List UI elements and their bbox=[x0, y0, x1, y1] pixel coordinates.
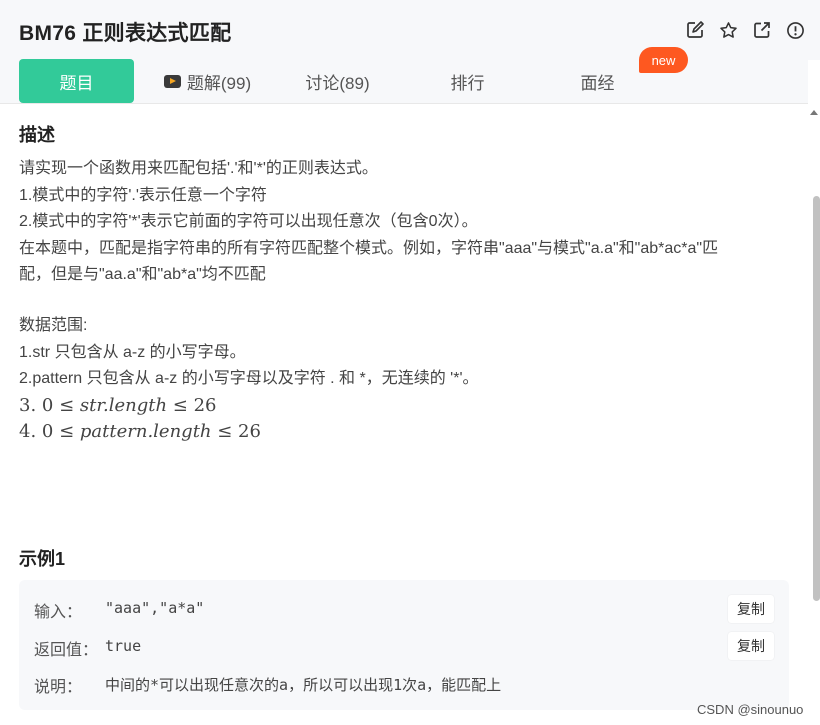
math-variable: str.length bbox=[79, 394, 168, 416]
star-icon[interactable] bbox=[718, 20, 738, 40]
tab-interview[interactable]: 面经 bbox=[570, 59, 625, 103]
range-math-line: 3. 0 ≤ str.length ≤ 26 bbox=[19, 393, 794, 420]
data-range: 数据范围: 1.str 只包含从 a-z 的小写字母。 2.pattern 只包… bbox=[19, 313, 794, 446]
tab-solutions[interactable]: 题解(99) bbox=[160, 59, 255, 103]
description-line: 在本题中，匹配是指字符串的所有字符匹配整个模式。例如，字符串"aaa"与模式"a… bbox=[19, 239, 719, 257]
range-line: 2.pattern 只包含从 a-z 的小写字母以及字符 . 和 *，无连续的 … bbox=[19, 370, 479, 387]
description-line: 1.模式中的字符'.'表示任意一个字符 bbox=[19, 186, 267, 204]
tab-ranking[interactable]: 排行 bbox=[440, 59, 495, 103]
page-title: BM76 正则表达式匹配 bbox=[19, 22, 232, 45]
math-suffix: ≤ 26 bbox=[211, 421, 261, 442]
math-prefix: 4. 0 ≤ bbox=[19, 421, 80, 442]
math-prefix: 3. 0 ≤ bbox=[19, 394, 80, 416]
math-variable: pattern.length bbox=[79, 421, 212, 442]
range-line: 1.str 只包含从 a-z 的小写字母。 bbox=[19, 343, 246, 361]
input-label: 输入： bbox=[34, 604, 83, 621]
note-value: 中间的*可以出现任意次的a，所以可以出现1次a，能匹配上 bbox=[105, 676, 502, 694]
copy-input-button[interactable]: 复制 bbox=[728, 595, 774, 623]
description-body: 请实现一个函数用来匹配包括'.'和'*'的正则表达式。 1.模式中的字符'.'表… bbox=[19, 156, 794, 289]
edit-icon[interactable] bbox=[685, 20, 705, 40]
scroll-up-arrow-icon[interactable] bbox=[810, 110, 818, 115]
new-badge: new bbox=[639, 47, 688, 73]
info-icon[interactable] bbox=[785, 20, 805, 40]
tab-label: 排行 bbox=[450, 73, 485, 93]
scrollbar-thumb[interactable] bbox=[813, 196, 820, 601]
copy-output-button[interactable]: 复制 bbox=[728, 632, 774, 660]
example-title: 示例1 bbox=[19, 549, 66, 569]
tab-label: 题解(99) bbox=[186, 73, 252, 93]
tab-label: 题目 bbox=[59, 73, 94, 93]
description-line: 请实现一个函数用来匹配包括'.'和'*'的正则表达式。 bbox=[19, 160, 378, 177]
tab-label: 面经 bbox=[580, 73, 615, 93]
tab-label: 讨论(89) bbox=[305, 73, 370, 93]
description-line: 2.模式中的字符'*'表示它前面的字符可以出现任意次（包含0次）。 bbox=[19, 213, 478, 230]
tab-problem[interactable]: 题目 bbox=[19, 59, 134, 103]
range-math-line: 4. 0 ≤ pattern.length ≤ 26 bbox=[19, 419, 794, 446]
output-value: true bbox=[105, 637, 142, 655]
output-label: 返回值： bbox=[34, 642, 99, 659]
note-label: 说明： bbox=[34, 679, 83, 696]
range-title: 数据范围: bbox=[19, 317, 88, 334]
input-value: "aaa","a*a" bbox=[105, 599, 205, 617]
tab-discussion[interactable]: 讨论(89) bbox=[300, 59, 375, 103]
math-suffix: ≤ 26 bbox=[167, 394, 217, 416]
description-line: 配，但是与"aa.a"和"ab*a"均不匹配 bbox=[19, 266, 266, 283]
description-title: 描述 bbox=[19, 125, 55, 145]
tab-bar: 题目 题解(99) 讨论(89) 排行 面经 bbox=[0, 59, 808, 104]
external-link-icon[interactable] bbox=[752, 20, 772, 40]
video-icon bbox=[163, 74, 181, 88]
watermark: CSDN @sinounuo bbox=[697, 702, 804, 717]
example-box: 输入： "aaa","a*a" 复制 返回值： true 复制 说明： 中间的*… bbox=[19, 580, 789, 710]
header-bar: BM76 正则表达式匹配 bbox=[0, 0, 820, 60]
